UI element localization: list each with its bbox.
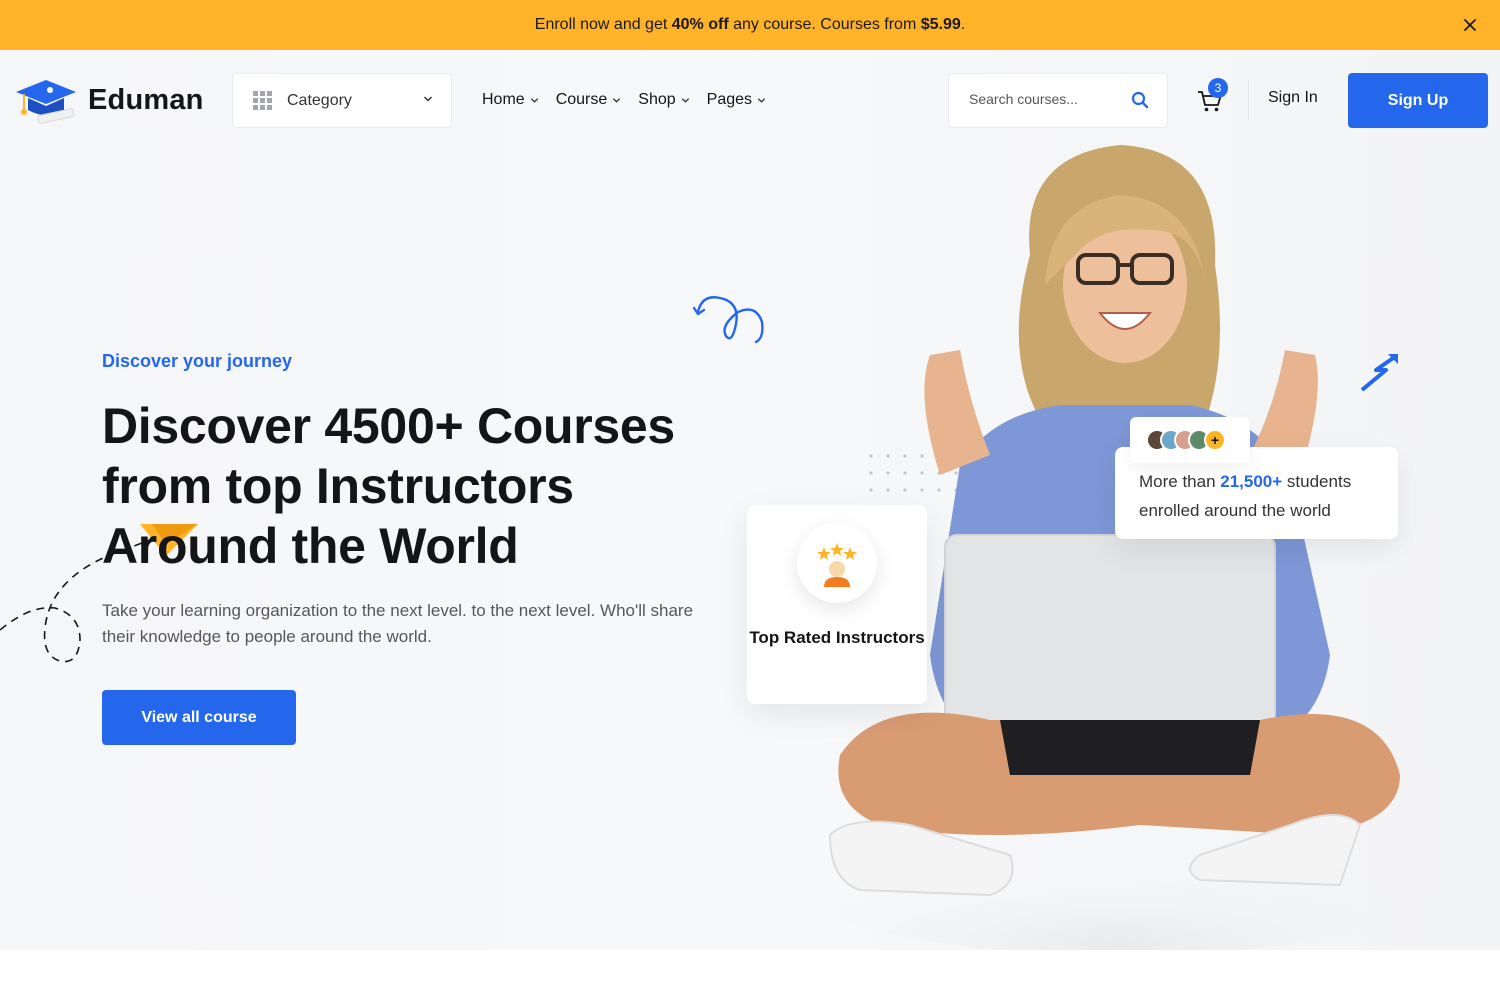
top-rated-instructors-card: Top Rated Instructors — [747, 505, 927, 704]
view-all-course-button[interactable]: View all course — [102, 690, 296, 745]
category-label: Category — [287, 91, 352, 109]
search-input[interactable] — [969, 91, 1119, 107]
close-icon — [1464, 19, 1476, 31]
close-promo-button[interactable] — [1458, 13, 1482, 37]
main-nav: Home Course Shop Pages — [482, 86, 766, 114]
grid-icon — [253, 90, 273, 111]
chevron-down-icon — [530, 97, 538, 103]
promo-bar: Enroll now and get 40% off any course. C… — [0, 0, 1500, 50]
instructor-badge — [797, 523, 877, 603]
graduation-cap-icon — [16, 80, 76, 124]
header-divider — [1248, 80, 1249, 120]
nav-course[interactable]: Course — [556, 86, 622, 114]
sign-in-link[interactable]: Sign In — [1268, 89, 1318, 107]
hero-description: Take your learning organization to the n… — [102, 601, 694, 646]
student-avatars: + — [1130, 417, 1250, 463]
chevron-down-icon — [681, 97, 689, 103]
instructors-label: Top Rated Instructors — [749, 628, 925, 647]
promo-text: Enroll now and get 40% off any course. C… — [534, 16, 966, 33]
logo[interactable]: Eduman — [14, 76, 204, 124]
arrow-decoration — [1360, 354, 1398, 392]
chevron-down-icon — [613, 97, 621, 103]
hero-subtitle: Discover your journey — [102, 351, 293, 371]
logo-text: Eduman — [88, 83, 204, 116]
search-box — [948, 73, 1168, 128]
students-text: More than 21,500+ students enrolled arou… — [1139, 472, 1352, 520]
nav-shop[interactable]: Shop — [638, 86, 689, 114]
nav-home[interactable]: Home — [482, 86, 539, 114]
search-icon[interactable] — [1131, 91, 1149, 109]
chevron-down-icon — [757, 97, 766, 103]
chevron-down-icon — [423, 96, 433, 102]
sign-up-button[interactable]: Sign Up — [1348, 73, 1488, 128]
nav-pages[interactable]: Pages — [707, 86, 766, 114]
hero-title: Discover 4500+ Courses from top Instruct… — [102, 398, 675, 574]
squiggle-decoration — [692, 296, 764, 344]
plus-icon: + — [1204, 429, 1226, 451]
category-dropdown[interactable]: Category — [232, 73, 452, 128]
star-award-icon — [817, 543, 857, 587]
cart-count-badge: 3 — [1208, 78, 1228, 98]
